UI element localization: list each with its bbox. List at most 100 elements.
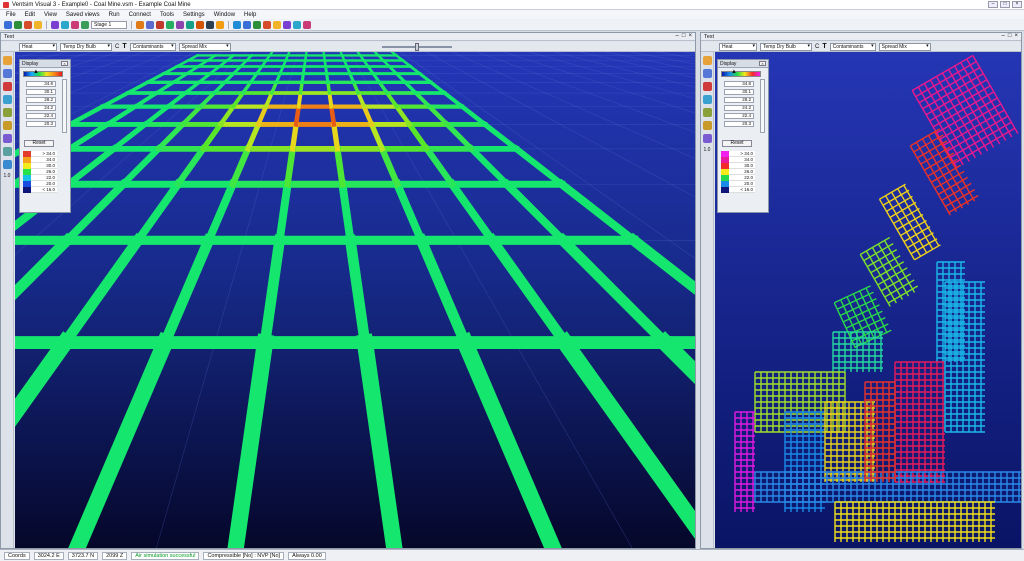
airway-segment[interactable] (327, 90, 334, 109)
close-button[interactable]: × (1012, 1, 1022, 8)
left-pane-close-icon[interactable]: × (688, 33, 692, 39)
left-parameter-select[interactable]: Temp Dry Bulb (60, 42, 112, 51)
right-gradient-pointer-icon[interactable]: ▲ (731, 69, 737, 75)
left-reset-button[interactable]: Reset (24, 140, 54, 147)
right-display-scrollbar[interactable] (760, 79, 765, 133)
right-pane-minimize-icon[interactable]: – (1002, 33, 1005, 39)
airway-segment[interactable] (289, 121, 300, 152)
bulb-icon[interactable] (2, 121, 12, 130)
stage-select[interactable]: Stage 1 (91, 20, 127, 29)
right-text-category-select[interactable]: Contaminants (829, 42, 876, 51)
brush-icon[interactable] (702, 134, 712, 143)
left-slider-thumb[interactable] (414, 42, 419, 51)
layer-icon[interactable] (2, 108, 12, 117)
menu-connect[interactable]: Connect (129, 12, 151, 18)
right-display-value[interactable]: 28.2 (724, 97, 754, 103)
pan-icon[interactable] (702, 69, 712, 78)
right-display-value[interactable]: 30.1 (724, 89, 754, 95)
menu-run[interactable]: Run (109, 12, 120, 18)
airway-block[interactable] (894, 361, 945, 483)
edit-icon[interactable] (146, 20, 154, 29)
right-text-icon[interactable]: T (822, 43, 826, 50)
simulate-gas-icon[interactable] (263, 20, 271, 29)
right-display-close-button[interactable]: × (759, 61, 766, 66)
bulb-icon[interactable] (702, 121, 712, 130)
right-parameter-select[interactable]: Temp Dry Bulb (760, 42, 812, 51)
brush-icon[interactable] (2, 134, 12, 143)
delete-icon[interactable] (156, 20, 164, 29)
pencil-icon[interactable] (702, 56, 712, 65)
print-icon[interactable] (34, 20, 42, 29)
left-text-icon[interactable]: T (122, 43, 126, 50)
left-display-value[interactable]: 20.3 (26, 121, 56, 127)
pan-icon[interactable] (2, 69, 12, 78)
fan-icon[interactable] (186, 20, 194, 29)
maximize-button[interactable]: □ (1000, 1, 1010, 8)
right-legend-row[interactable]: < 16.0 (721, 187, 755, 193)
new-file-icon[interactable] (4, 20, 12, 29)
menu-saved-views[interactable]: Saved views (66, 12, 100, 18)
right-text-parameter-select[interactable]: Spread Mix (878, 42, 931, 51)
diesel-icon[interactable] (303, 20, 311, 29)
left-display-value[interactable]: 24.2 (26, 105, 56, 111)
airway-segment[interactable] (296, 90, 303, 109)
left-display-close-button[interactable]: × (61, 61, 68, 66)
save-icon[interactable] (24, 20, 32, 29)
left-display-scrollbar[interactable] (62, 79, 67, 133)
left-category-select[interactable]: Heat (19, 42, 57, 51)
left-display-value[interactable]: 34.8 (26, 81, 56, 87)
heat-icon[interactable] (196, 20, 204, 29)
simulate-air-icon[interactable] (233, 20, 241, 29)
right-pane-restore-icon[interactable]: □ (1008, 33, 1012, 39)
left-mine-network-3d[interactable] (15, 52, 695, 548)
airway-segment[interactable] (328, 104, 337, 128)
open-file-icon[interactable] (14, 20, 22, 29)
right-display-value[interactable]: 24.2 (724, 105, 754, 111)
menu-settings[interactable]: Settings (183, 12, 205, 18)
zoom-icon[interactable] (702, 95, 712, 104)
block-icon[interactable] (206, 20, 214, 29)
zoom-icon[interactable] (2, 95, 12, 104)
simulate-dynamic-icon[interactable] (273, 20, 281, 29)
layer-icon[interactable] (702, 108, 712, 117)
menu-edit[interactable]: Edit (25, 12, 35, 18)
left-legend-row[interactable]: < 16.0 (23, 187, 57, 193)
left-pane-restore-icon[interactable]: □ (682, 33, 686, 39)
right-display-value[interactable]: 20.3 (724, 121, 754, 127)
right-category-select[interactable]: Heat (719, 42, 757, 51)
menu-tools[interactable]: Tools (160, 12, 174, 18)
left-text-parameter-select[interactable]: Spread Mix (178, 42, 231, 51)
left-text-category-select[interactable]: Contaminants (129, 42, 176, 51)
left-pane-minimize-icon[interactable]: – (676, 33, 679, 39)
right-legend-swatch[interactable] (721, 187, 729, 193)
left-transparency-slider[interactable] (381, 42, 452, 51)
left-display-value[interactable]: 30.1 (26, 89, 56, 95)
minimize-button[interactable]: – (988, 1, 998, 8)
right-pane-close-icon[interactable]: × (1014, 33, 1018, 39)
rotate-icon[interactable] (702, 82, 712, 91)
fire-icon[interactable] (293, 20, 301, 29)
left-legend-swatch[interactable] (23, 187, 31, 193)
menu-file[interactable]: File (6, 12, 16, 18)
right-reset-button[interactable]: Reset (722, 140, 752, 147)
left-3d-viewport[interactable] (15, 52, 695, 548)
regulator-icon[interactable] (216, 20, 224, 29)
airway-segment[interactable] (330, 121, 341, 152)
select-icon[interactable] (71, 20, 79, 29)
undo-icon[interactable] (51, 20, 59, 29)
view-icon[interactable] (81, 20, 89, 29)
copy-icon[interactable] (176, 20, 184, 29)
airway-segment[interactable] (298, 80, 305, 96)
settings-icon[interactable] (2, 147, 12, 156)
simulate-contam-icon[interactable] (253, 20, 261, 29)
right-display-value[interactable]: 34.8 (724, 81, 754, 87)
airway-segment[interactable] (293, 104, 302, 128)
airway-segment[interactable] (304, 52, 308, 57)
grid-icon[interactable] (2, 160, 12, 169)
pencil-icon[interactable] (2, 56, 12, 65)
left-display-value[interactable]: 28.2 (26, 97, 56, 103)
move-icon[interactable] (166, 20, 174, 29)
airway-segment[interactable] (325, 80, 332, 96)
left-gradient-pointer-icon[interactable]: ▲ (33, 69, 39, 75)
add-airway-icon[interactable] (136, 20, 144, 29)
